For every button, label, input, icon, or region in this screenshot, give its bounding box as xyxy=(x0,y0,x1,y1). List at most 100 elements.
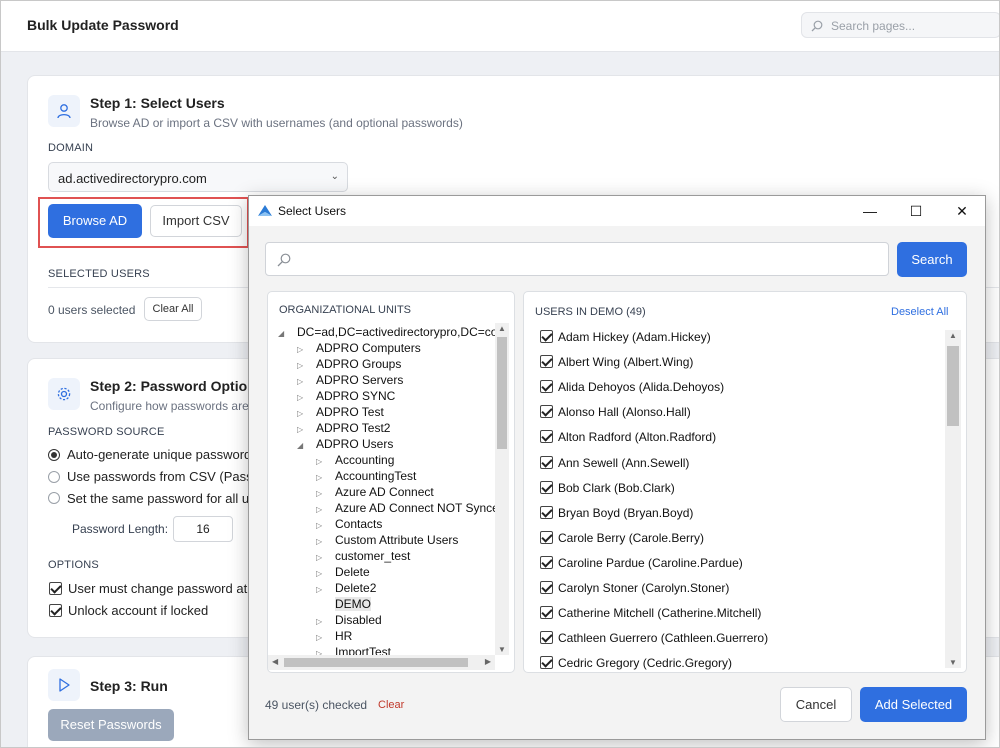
search-icon xyxy=(811,20,823,32)
search-icon xyxy=(277,253,291,267)
ou-tree-item[interactable]: ▷ Delete2 xyxy=(316,580,376,596)
ou-horizontal-scrollbar[interactable]: ◀ ▶ xyxy=(268,655,495,670)
ou-tree-item[interactable]: ▷ AccountingTest xyxy=(316,468,416,484)
domain-select[interactable]: ad.activedirectorypro.com ⌄ xyxy=(48,162,348,192)
cancel-button[interactable]: Cancel xyxy=(780,687,852,722)
scroll-up-icon[interactable]: ▲ xyxy=(498,324,506,333)
scroll-down-icon[interactable]: ▼ xyxy=(498,645,506,654)
ou-tree-item[interactable]: ▷ customer_test xyxy=(316,548,410,564)
user-checkbox[interactable] xyxy=(540,555,553,569)
user-icon xyxy=(48,95,80,127)
scroll-thumb[interactable] xyxy=(284,658,468,667)
user-checkbox[interactable] xyxy=(540,656,553,670)
close-icon[interactable]: ✕ xyxy=(939,196,985,226)
user-checkbox[interactable] xyxy=(540,581,553,594)
scroll-right-icon[interactable]: ▶ xyxy=(485,657,491,666)
ou-tree-item[interactable]: ▷ Custom Attribute Users xyxy=(316,532,458,548)
ou-tree-item[interactable]: ▷ Azure AD Connect xyxy=(316,484,434,500)
ou-tree-item[interactable]: DEMO xyxy=(316,596,371,612)
must-change-checkbox[interactable] xyxy=(49,582,62,595)
ou-tree-item[interactable]: ▷ ADPRO Servers xyxy=(297,372,403,388)
user-checkbox[interactable] xyxy=(540,455,553,469)
ou-tree-label: ADPRO Test2 xyxy=(316,421,391,435)
radio-label: Auto-generate unique password xyxy=(67,447,252,462)
clear-link[interactable]: Clear xyxy=(378,699,404,711)
selected-users-label: SELECTED USERS xyxy=(48,268,150,280)
reset-passwords-button[interactable]: Reset Passwords xyxy=(48,709,174,741)
ou-tree-item[interactable]: ◢ ADPRO Users xyxy=(297,436,393,452)
user-checkbox[interactable] xyxy=(540,606,553,620)
user-checkbox[interactable] xyxy=(540,380,553,394)
search-button[interactable]: Search xyxy=(897,242,967,277)
search-pages-input[interactable]: Search pages... xyxy=(801,12,999,38)
ou-tree-item[interactable]: ▷ ADPRO Groups xyxy=(297,356,401,372)
step3-title: Step 3: Run xyxy=(90,678,168,694)
search-pages-placeholder: Search pages... xyxy=(831,19,916,33)
scroll-up-icon[interactable]: ▲ xyxy=(949,331,957,340)
deselect-all-link[interactable]: Deselect All xyxy=(891,306,948,318)
ou-tree-item[interactable]: ▷ HR xyxy=(316,628,352,644)
user-label: Bryan Boyd (Bryan.Boyd) xyxy=(558,505,694,520)
dialog-titlebar: Select Users — ☐ ✕ xyxy=(249,196,985,226)
ou-tree-item[interactable]: ▷ Contacts xyxy=(316,516,382,532)
ou-tree-item[interactable]: ▷ Disabled xyxy=(316,612,382,628)
user-checkbox[interactable] xyxy=(540,631,553,645)
scroll-thumb[interactable] xyxy=(947,346,959,426)
top-bar: Bulk Update Password Search pages... xyxy=(1,1,999,52)
checked-count: 49 user(s) checked xyxy=(265,698,368,712)
ou-tree-item[interactable]: ▷ ADPRO SYNC xyxy=(297,388,395,404)
scroll-down-icon[interactable]: ▼ xyxy=(949,658,957,667)
import-csv-button[interactable]: Import CSV xyxy=(150,205,242,237)
ou-tree-item[interactable]: ▷ ADPRO Test xyxy=(297,404,384,420)
clear-all-button[interactable]: Clear All xyxy=(144,297,202,321)
ou-tree-label: DEMO xyxy=(335,597,371,611)
radio-same-password[interactable] xyxy=(48,492,60,504)
users-vertical-scrollbar[interactable]: ▲ ▼ xyxy=(945,330,961,668)
unlock-checkbox[interactable] xyxy=(49,604,62,617)
users-panel: USERS IN DEMO (49) Deselect All Adam Hic… xyxy=(523,291,967,673)
ou-tree-item[interactable]: ▷ Azure AD Connect NOT Synced xyxy=(316,500,506,516)
step2-subtitle: Configure how passwords are xyxy=(90,399,249,413)
ou-tree-label: ADPRO Computers xyxy=(316,341,421,355)
user-search-input[interactable] xyxy=(265,242,889,276)
expand-down-icon[interactable]: ◢ xyxy=(297,438,307,454)
user-label: Carole Berry (Carole.Berry) xyxy=(558,530,705,545)
ou-tree-label: Custom Attribute Users xyxy=(335,533,459,547)
ou-tree-item[interactable]: ▷ ADPRO Computers xyxy=(297,340,421,356)
users-header: USERS IN DEMO (49) xyxy=(535,306,646,318)
user-checkbox[interactable] xyxy=(540,330,553,343)
ou-vertical-scrollbar[interactable]: ▲ ▼ xyxy=(495,323,509,655)
minimize-icon[interactable]: — xyxy=(847,196,893,226)
scroll-left-icon[interactable]: ◀ xyxy=(272,657,278,666)
user-label: Catherine Mitchell (Catherine.Mitchell) xyxy=(558,606,762,621)
radio-from-csv[interactable] xyxy=(48,471,60,483)
user-checkbox[interactable] xyxy=(540,530,553,544)
password-length-input[interactable]: 16 xyxy=(173,516,233,542)
user-checkbox[interactable] xyxy=(540,405,553,419)
domain-value: ad.activedirectorypro.com xyxy=(58,171,207,186)
maximize-icon[interactable]: ☐ xyxy=(893,196,939,226)
ou-tree-item[interactable]: ▷ Accounting xyxy=(316,452,394,468)
expand-down-icon[interactable]: ◢ xyxy=(278,326,288,342)
browse-ad-button[interactable]: Browse AD xyxy=(48,204,142,238)
ou-tree-label: Contacts xyxy=(335,517,383,531)
user-label: Caroline Pardue (Caroline.Pardue) xyxy=(558,555,743,570)
ou-tree-item[interactable]: ◢ DC=ad,DC=activedirectorypro,DC=com xyxy=(278,324,507,340)
ou-tree-label: ADPRO Test xyxy=(316,405,384,419)
checkbox-label: User must change password at n xyxy=(68,581,259,596)
user-label: Cedric Gregory (Cedric.Gregory) xyxy=(558,656,733,671)
selected-count: 0 users selected xyxy=(48,303,136,317)
user-label: Alida Dehoyos (Alida.Dehoyos) xyxy=(558,380,725,395)
user-checkbox[interactable] xyxy=(540,355,553,369)
ou-tree-item[interactable]: ▷ ADPRO Test2 xyxy=(297,420,390,436)
password-length-label: Password Length: xyxy=(72,522,169,536)
ou-tree-item[interactable]: ▷ Delete xyxy=(316,564,370,580)
options-label: OPTIONS xyxy=(48,559,99,571)
add-selected-button[interactable]: Add Selected xyxy=(860,687,967,722)
user-checkbox[interactable] xyxy=(540,480,553,494)
ou-tree-label: ADPRO Servers xyxy=(316,373,404,387)
radio-auto-generate[interactable] xyxy=(48,449,60,461)
user-checkbox[interactable] xyxy=(540,430,553,444)
user-checkbox[interactable] xyxy=(540,505,553,519)
scroll-thumb[interactable] xyxy=(497,337,507,449)
